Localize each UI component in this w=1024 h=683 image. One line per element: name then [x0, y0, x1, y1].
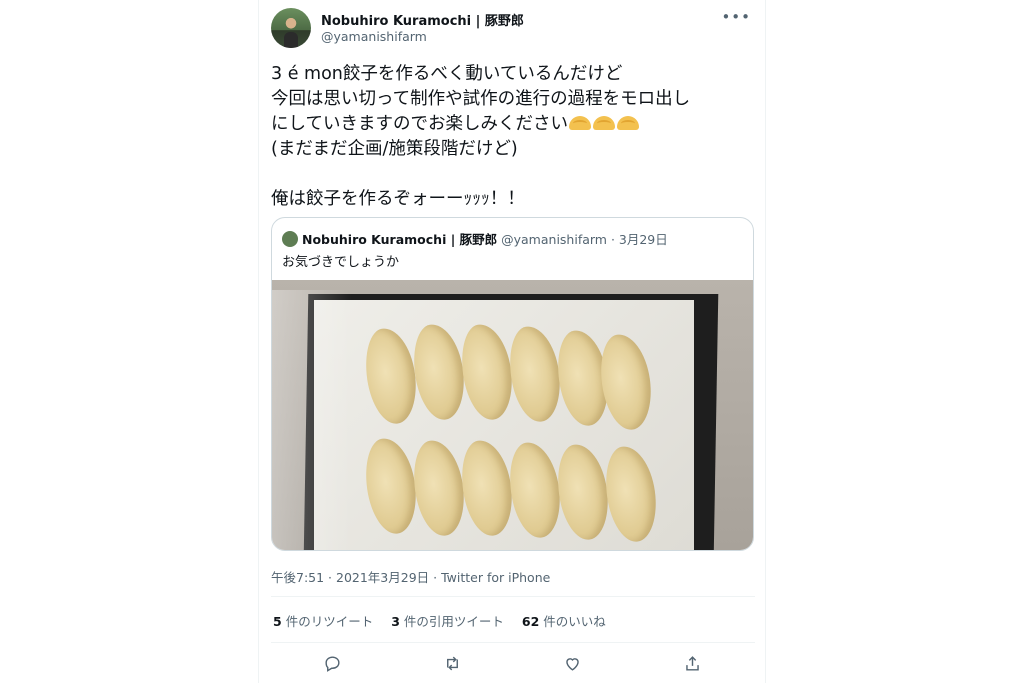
tweet-stats: 5 件のリツイート 3 件の引用ツイート 62 件のいいね — [273, 611, 606, 630]
author-name[interactable]: Nobuhiro Kuramochi | 豚野郎 — [321, 10, 524, 29]
quoted-author-name: Nobuhiro Kuramochi | 豚野郎 — [302, 232, 498, 247]
quoted-handle-date: @yamanishifarm · 3月29日 — [501, 232, 668, 247]
tweet-line-4: (まだまだ企画/施策段階だけど) — [271, 139, 518, 159]
tweet-line-1: 3 é mon餃子を作るべく動いているんだけど — [271, 64, 623, 84]
likes-count: 62 — [521, 614, 540, 629]
divider — [271, 596, 755, 597]
tweet-detail: Nobuhiro Kuramochi | 豚野郎 @yamanishifarm … — [258, 0, 766, 683]
quotes-label: 件の引用ツイート — [403, 614, 504, 629]
tweet-line-2: 今回は思い切って制作や試作の進行の過程をモロ出し — [271, 89, 691, 109]
dumpling-emoji-icon — [568, 116, 591, 130]
more-dots-icon[interactable]: ••• — [721, 8, 751, 26]
share-icon[interactable] — [679, 650, 705, 676]
tweet-text: 3 é mon餃子を作るべく動いているんだけど 今回は思い切って制作や試作の進行… — [271, 62, 755, 212]
retweets-label: 件のリツイート — [285, 614, 374, 629]
tweet-blank-line — [271, 162, 755, 187]
divider — [271, 642, 755, 643]
reply-icon[interactable] — [319, 650, 345, 676]
quoted-photo[interactable] — [272, 280, 753, 550]
tweet-line-3-text: にしていきますのでお楽しみください — [271, 114, 568, 134]
retweet-icon[interactable] — [439, 650, 465, 676]
like-icon[interactable] — [559, 650, 585, 676]
quotes-stat[interactable]: 3 件の引用ツイート — [391, 611, 504, 630]
quoted-tweet-text: お気づきでしょうか — [282, 255, 400, 270]
quoted-author-avatar — [282, 230, 298, 247]
quoted-tweet-header: Nobuhiro Kuramochi | 豚野郎 @yamanishifarm … — [282, 229, 668, 248]
likes-stat[interactable]: 62 件のいいね — [522, 611, 606, 630]
tweet-line-3: にしていきますのでお楽しみください — [271, 112, 755, 137]
dumpling-emoji-icon — [592, 116, 615, 130]
retweets-count: 5 — [273, 614, 282, 629]
tweet-actions — [271, 650, 755, 676]
quoted-tweet[interactable]: Nobuhiro Kuramochi | 豚野郎 @yamanishifarm … — [271, 217, 754, 551]
retweets-stat[interactable]: 5 件のリツイート — [273, 611, 373, 630]
dumpling-emoji-icon — [616, 116, 639, 130]
photo-plastic-film — [272, 290, 352, 550]
author-handle[interactable]: @yamanishifarm — [321, 29, 427, 44]
author-avatar[interactable] — [271, 8, 311, 48]
tweet-line-5: 俺は餃子を作るぞォーーｯｯｯ！！ — [271, 189, 525, 209]
likes-label: 件のいいね — [543, 614, 606, 629]
quotes-count: 3 — [391, 614, 400, 629]
tweet-timestamp[interactable]: 午後7:51 · 2021年3月29日 · Twitter for iPhone — [271, 567, 550, 586]
